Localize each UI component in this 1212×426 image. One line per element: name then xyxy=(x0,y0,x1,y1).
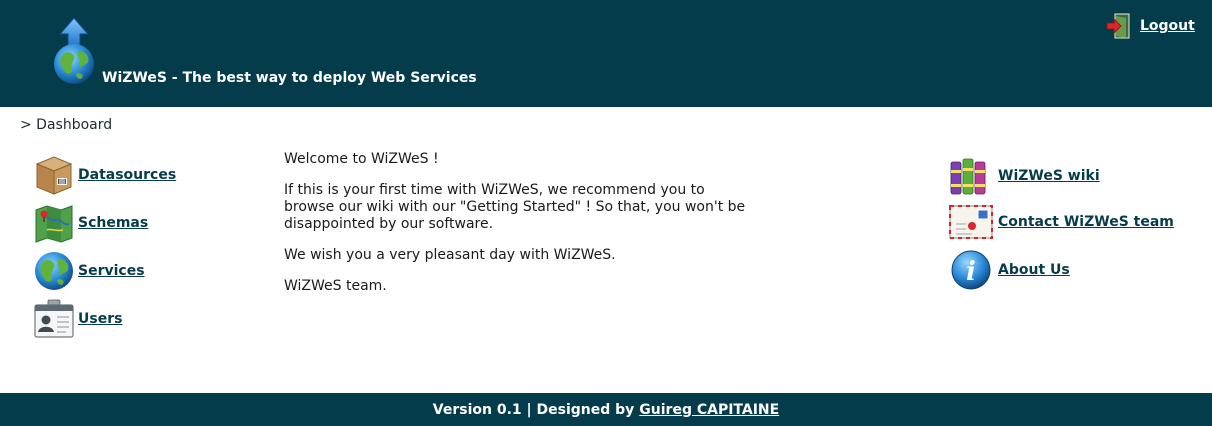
sidebar-item-datasources[interactable]: Datasources xyxy=(33,154,176,196)
wiki-link-label: WiZWeS wiki xyxy=(998,168,1100,184)
logout-link[interactable]: Logout xyxy=(1106,13,1195,39)
svg-text:i: i xyxy=(966,257,976,287)
welcome-signature: WiZWeS team. xyxy=(284,278,387,294)
wiki-link[interactable]: WiZWeS wiki xyxy=(948,156,1100,196)
logout-label: Logout xyxy=(1140,18,1195,34)
sidebar-item-users[interactable]: Users xyxy=(33,298,122,340)
footer-author-link[interactable]: Guireg CAPITAINE xyxy=(639,402,779,418)
breadcrumb: > Dashboard xyxy=(20,117,113,133)
contact-link[interactable]: Contact WiZWeS team xyxy=(948,202,1174,242)
box-icon xyxy=(35,156,73,195)
welcome-greeting: Welcome to WiZWeS ! xyxy=(284,151,439,167)
envelope-icon xyxy=(949,205,993,239)
sidebar-item-schemas[interactable]: Schemas xyxy=(33,202,148,244)
map-icon xyxy=(35,205,73,243)
globe-icon xyxy=(35,252,73,290)
welcome-message: Welcome to WiZWeS ! If this is your firs… xyxy=(284,151,754,309)
sidebar-item-label: Datasources xyxy=(78,167,177,183)
sidebar-item-services[interactable]: Services xyxy=(33,250,145,292)
header-bar: WiZWeS - The best way to deploy Web Serv… xyxy=(0,0,1212,107)
sidebar-item-label: Users xyxy=(78,311,123,327)
about-us-link-label: About Us xyxy=(998,262,1070,278)
app-title: WiZWeS - The best way to deploy Web Serv… xyxy=(102,70,477,86)
contact-link-label: Contact WiZWeS team xyxy=(998,214,1174,230)
info-icon: i xyxy=(951,250,991,290)
id-badge-icon xyxy=(34,299,74,338)
welcome-wish: We wish you a very pleasant day with WiZ… xyxy=(284,247,616,263)
sidebar-item-label: Services xyxy=(78,263,145,279)
globe-upload-icon xyxy=(54,18,94,84)
welcome-intro: If this is your first time with WiZWeS, … xyxy=(284,182,746,232)
exit-door-icon xyxy=(1106,13,1130,39)
books-icon xyxy=(950,158,986,195)
footer-bar: Version 0.1 | Designed by Guireg CAPITAI… xyxy=(0,393,1212,426)
sidebar-item-label: Schemas xyxy=(78,215,149,231)
about-us-link[interactable]: i About Us xyxy=(948,250,1070,290)
footer-version: Version 0.1 | Designed by xyxy=(432,401,635,418)
